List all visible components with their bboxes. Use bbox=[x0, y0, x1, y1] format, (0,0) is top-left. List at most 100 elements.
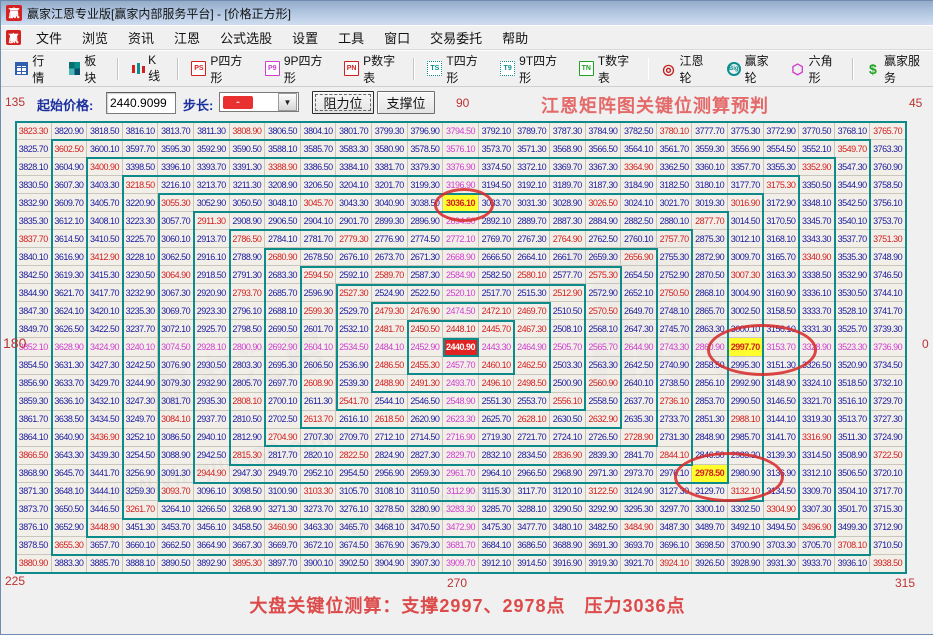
grid-cell: 2800.90 bbox=[230, 338, 265, 355]
menu-item-2[interactable]: 浏览 bbox=[73, 26, 117, 49]
grid-cell: 2805.70 bbox=[230, 375, 265, 392]
grid-cell: 2551.30 bbox=[479, 393, 514, 410]
chevron-down-icon[interactable]: ▼ bbox=[278, 93, 297, 111]
grid-cell: 3316.90 bbox=[799, 429, 834, 446]
toolbar-button-8[interactable]: T99T四方形 bbox=[492, 48, 571, 90]
grid-cell: 2654.50 bbox=[621, 266, 656, 283]
gann-price-square-window: 赢 赢家江恩专业版[赢家内部服务平台] - [价格正方形] 赢 文件浏览资讯江恩… bbox=[0, 0, 933, 635]
grid-cell: 3259.30 bbox=[123, 483, 158, 500]
grid-cell: 2952.10 bbox=[301, 465, 336, 482]
grid-cell: 3285.70 bbox=[479, 501, 514, 518]
toolbar-button-10[interactable]: ◎江恩轮 bbox=[653, 48, 718, 90]
controls-row: 135 起始价格: 步长: - ▼ 阻力位 支撑位 90 江恩矩阵图关键位测算预… bbox=[1, 87, 933, 119]
grid-cell: 3158.50 bbox=[764, 302, 799, 319]
grid-cell: 3530.50 bbox=[835, 284, 870, 301]
grid-cell: 3811.30 bbox=[194, 122, 229, 139]
grid-cell: 3312.10 bbox=[799, 465, 834, 482]
support-button[interactable]: 支撑位 bbox=[377, 91, 435, 114]
grid-cell: 2496.10 bbox=[479, 375, 514, 392]
menu-item-6[interactable]: 设置 bbox=[283, 26, 327, 49]
grid-cell: 2611.30 bbox=[301, 393, 336, 410]
menu-item-10[interactable]: 帮助 bbox=[493, 26, 537, 49]
grid-cell: 3727.30 bbox=[870, 411, 905, 428]
toolbar-button-9[interactable]: TNT数字表 bbox=[571, 48, 644, 90]
start-price-input[interactable] bbox=[106, 92, 176, 114]
toolbar-button-7[interactable]: TST四方形 bbox=[419, 48, 492, 90]
menu-item-4[interactable]: 江恩 bbox=[165, 26, 209, 49]
toolbar-button-4[interactable]: PSP四方形 bbox=[183, 48, 256, 90]
grid-cell: 3079.30 bbox=[158, 375, 193, 392]
grid-cell: 2460.10 bbox=[479, 357, 514, 374]
grid-cell: 3712.90 bbox=[870, 519, 905, 536]
grid-cell: 2762.50 bbox=[586, 230, 621, 247]
grid-cell: 2527.30 bbox=[336, 284, 371, 301]
grid-cell: 3376.90 bbox=[443, 158, 478, 175]
grid-cell: 2616.10 bbox=[336, 411, 371, 428]
grid-cell: 3201.70 bbox=[372, 176, 407, 193]
menu-item-9[interactable]: 交易委托 bbox=[421, 26, 491, 49]
grid-cell: 3513.70 bbox=[835, 411, 870, 428]
grid-cell: 3880.90 bbox=[16, 555, 51, 572]
menu-item-7[interactable]: 工具 bbox=[329, 26, 373, 49]
grid-cell: 3926.50 bbox=[692, 555, 727, 572]
grid-cell: 3348.10 bbox=[799, 194, 834, 211]
grid-cell: 2520.10 bbox=[443, 284, 478, 301]
grid-cell: 3338.50 bbox=[799, 266, 834, 283]
grid-cell: 2505.70 bbox=[550, 338, 585, 355]
toolbar-button-2[interactable]: 板块 bbox=[61, 48, 113, 90]
grid-cell: 3770.50 bbox=[799, 122, 834, 139]
toolbar-button-11[interactable]: Big赢家轮 bbox=[719, 48, 783, 90]
grid-cell: 2445.70 bbox=[479, 320, 514, 337]
toolbar-button-13[interactable]: $赢家服务 bbox=[858, 48, 933, 90]
grid-cell: 2916.10 bbox=[194, 248, 229, 265]
grid-cell: 3252.10 bbox=[123, 429, 158, 446]
toolbar-button-5[interactable]: P99P四方形 bbox=[257, 48, 336, 90]
grid-cell: 3398.50 bbox=[123, 158, 158, 175]
grid-cell: 3033.70 bbox=[479, 194, 514, 211]
grid-cell: 3367.30 bbox=[586, 158, 621, 175]
grid-cell: 3288.10 bbox=[514, 501, 549, 518]
grid-cell: 3921.70 bbox=[621, 555, 656, 572]
grid-cell: 3919.30 bbox=[586, 555, 621, 572]
grid-cell: 2534.50 bbox=[336, 338, 371, 355]
grid-cell: 3751.30 bbox=[870, 230, 905, 247]
grid-cell: 2918.50 bbox=[194, 266, 229, 283]
grid-cell: 3139.30 bbox=[764, 447, 799, 464]
grid-cell: 2798.50 bbox=[230, 320, 265, 337]
toolbar-button-label: 板块 bbox=[84, 52, 105, 86]
grid-cell: 3763.30 bbox=[870, 140, 905, 157]
grid-cell: 3753.70 bbox=[870, 212, 905, 229]
grid-cell: 3907.30 bbox=[408, 555, 443, 572]
menu-item-1[interactable]: 文件 bbox=[27, 26, 71, 49]
grid-cell: 3703.30 bbox=[764, 537, 799, 554]
menu-item-5[interactable]: 公式选股 bbox=[211, 26, 281, 49]
grid-cell: 2572.90 bbox=[586, 284, 621, 301]
toolbar-button-label: 赢家服务 bbox=[884, 52, 926, 86]
grid-cell: 3261.70 bbox=[123, 501, 158, 518]
resistance-button[interactable]: 阻力位 bbox=[312, 91, 374, 114]
grid-cell: 3823.30 bbox=[16, 122, 51, 139]
grid-cell: 3019.30 bbox=[692, 194, 727, 211]
grid-cell: 3576.10 bbox=[443, 140, 478, 157]
mdi-child-icon[interactable]: 赢 bbox=[6, 30, 21, 45]
grid-cell: 3542.50 bbox=[835, 194, 870, 211]
toolbar-button-6[interactable]: PNP数字表 bbox=[336, 48, 409, 90]
grid-cell: 3369.70 bbox=[550, 158, 585, 175]
menu-item-3[interactable]: 资讯 bbox=[119, 26, 163, 49]
grid-cell: 3319.30 bbox=[799, 411, 834, 428]
grid-cell: 2748.10 bbox=[657, 302, 692, 319]
grid-cell: 2632.90 bbox=[586, 411, 621, 428]
grid-cell: 2832.10 bbox=[479, 447, 514, 464]
toolbar-button-3[interactable]: K线 bbox=[123, 49, 173, 88]
grid-cell: 3528.10 bbox=[835, 302, 870, 319]
grid-cell: 2469.70 bbox=[514, 302, 549, 319]
grid-cell: 3141.70 bbox=[764, 429, 799, 446]
grid-cell: 3297.70 bbox=[657, 501, 692, 518]
step-combobox[interactable]: - ▼ bbox=[219, 92, 299, 112]
toolbar-button-12[interactable]: ⬡六角形 bbox=[783, 48, 848, 90]
grid-cell: 3350.50 bbox=[799, 176, 834, 193]
grid-cell: 3573.70 bbox=[479, 140, 514, 157]
toolbar-button-1[interactable]: 行情 bbox=[7, 48, 61, 90]
menu-item-8[interactable]: 窗口 bbox=[375, 26, 419, 49]
grid-cell: 2824.90 bbox=[372, 447, 407, 464]
